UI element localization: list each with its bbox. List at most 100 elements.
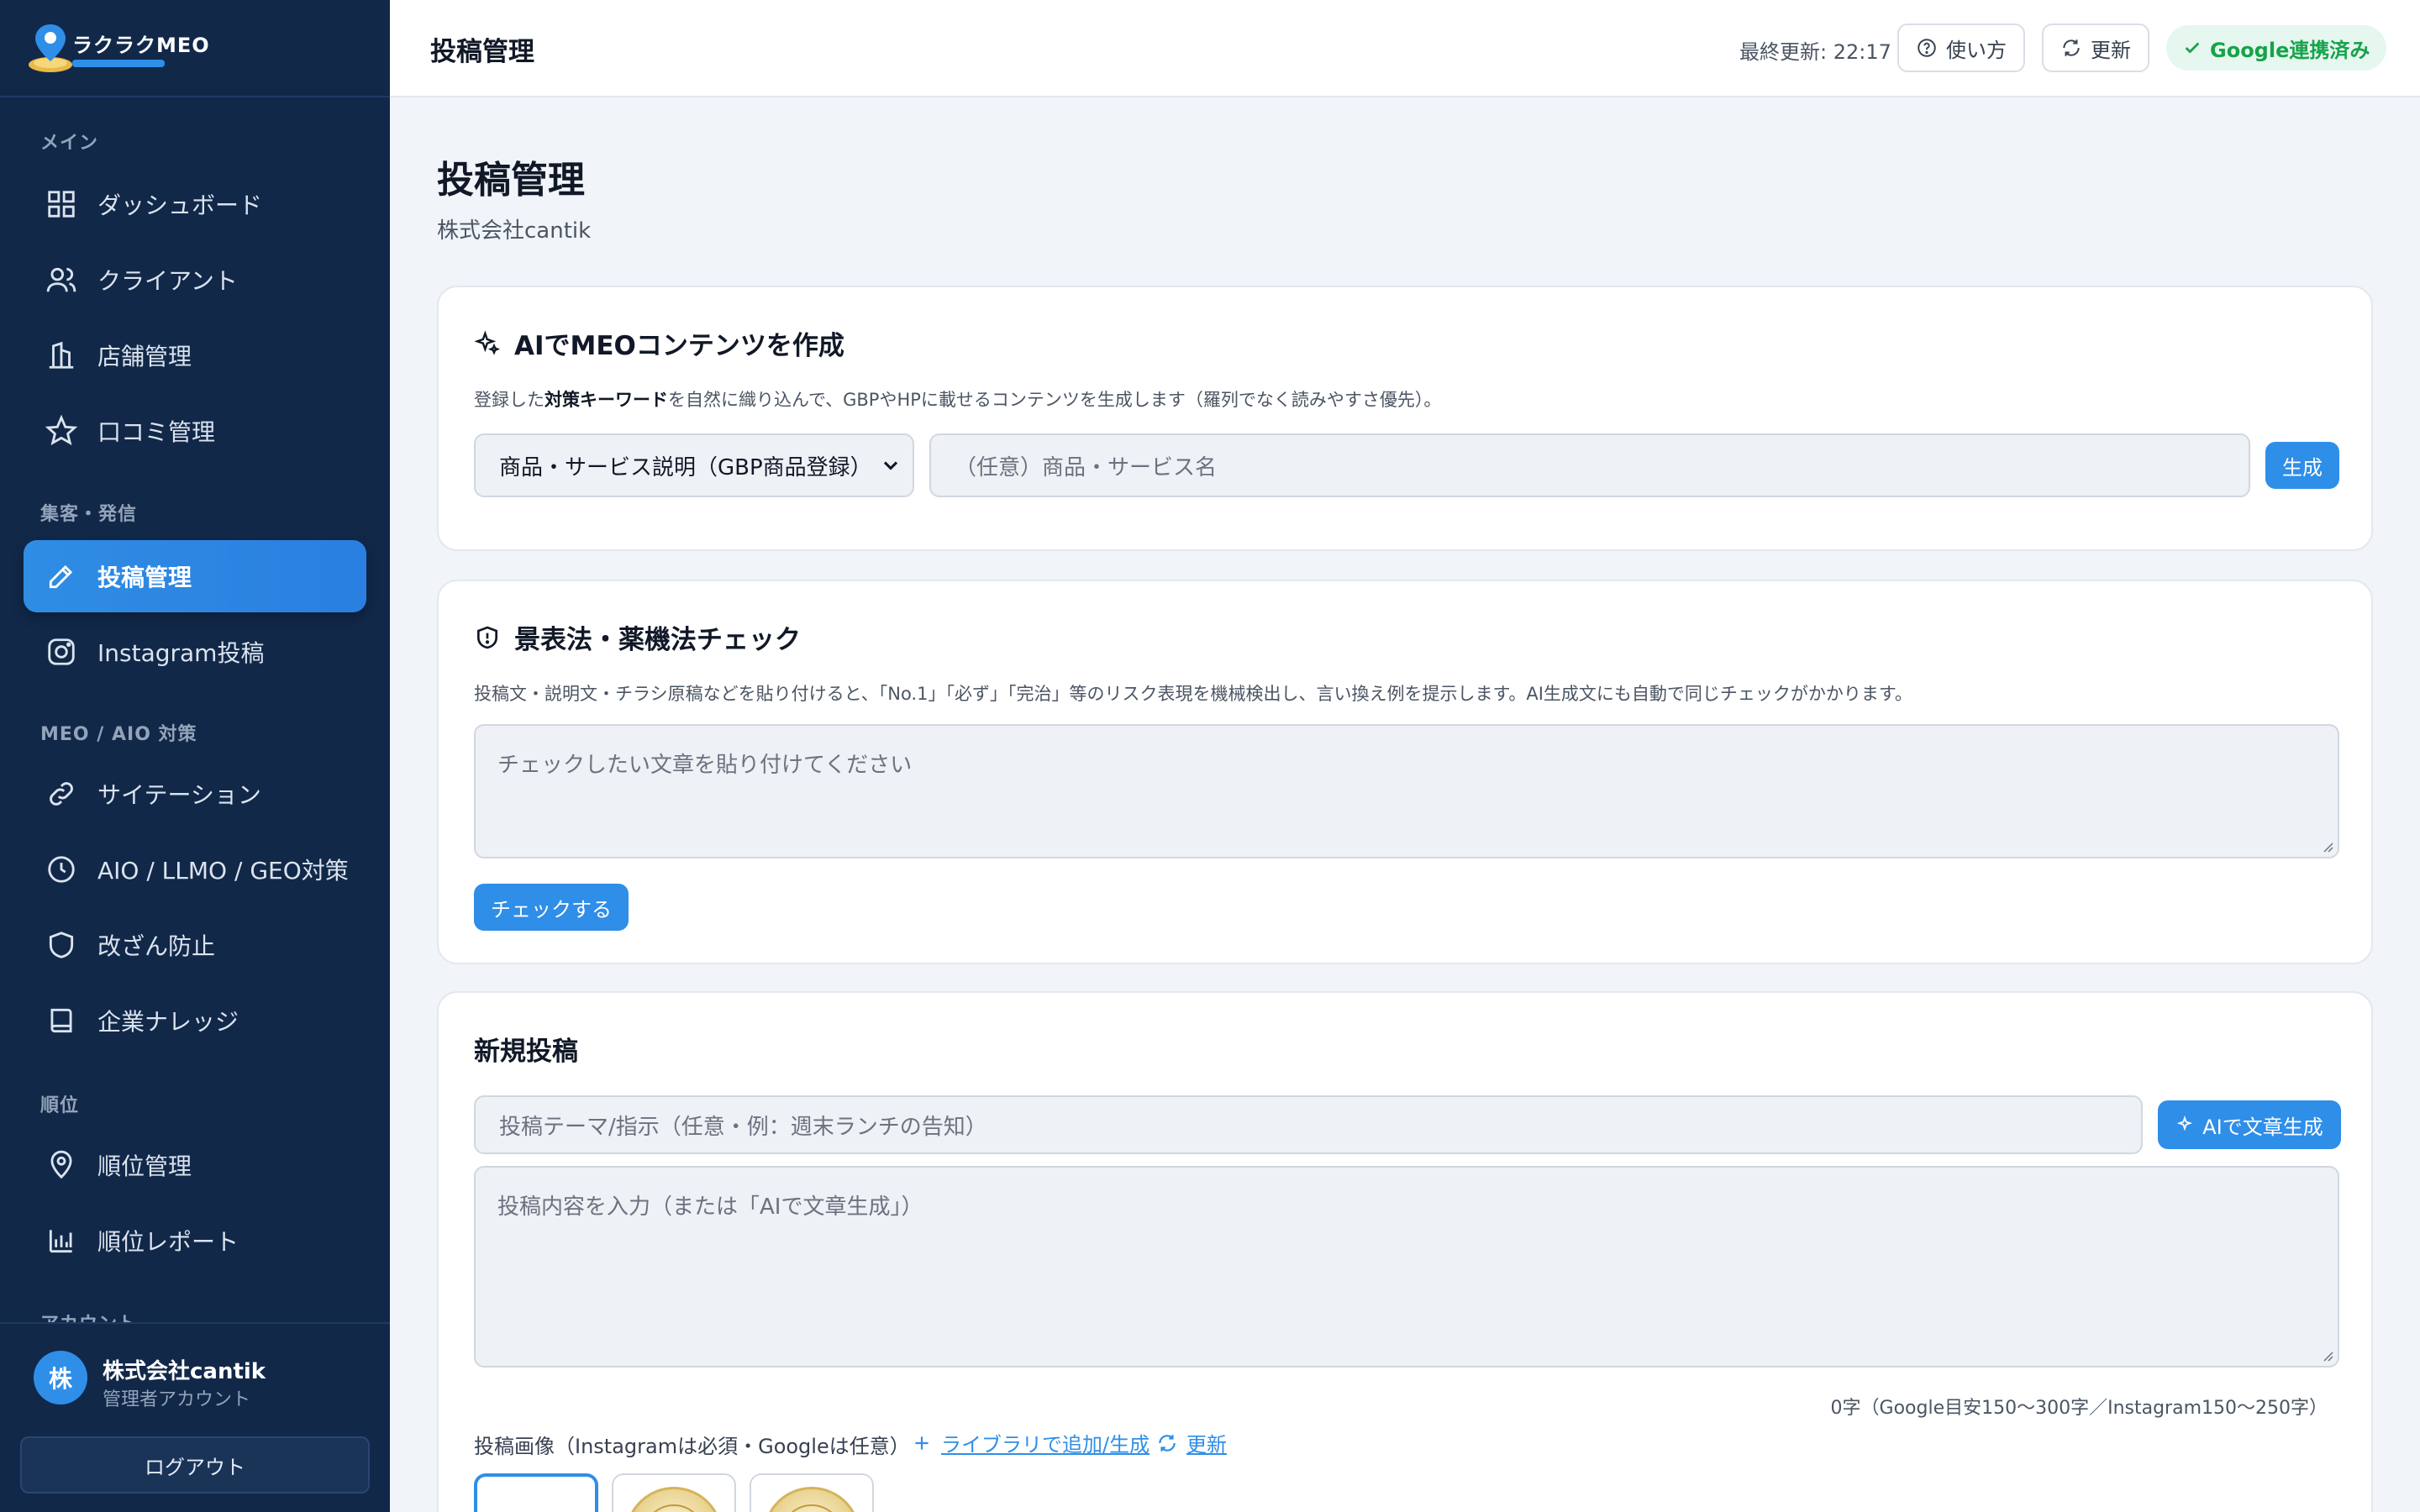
sidebar-item-posts[interactable]: 投稿管理	[24, 540, 366, 612]
refresh-icon	[2063, 39, 2080, 56]
sidebar-item-label: 順位管理	[97, 1152, 192, 1180]
sidebar-item-label: Instagram投稿	[97, 639, 265, 667]
bar-chart-icon	[49, 1230, 72, 1253]
ai-generate-text-label: AIで文章生成	[2202, 1115, 2323, 1139]
library-add-link[interactable]: ライブラリで追加/生成	[911, 1428, 1150, 1457]
page-title: 投稿管理	[437, 159, 585, 202]
ai-generate-text-button[interactable]: AIで文章生成	[2158, 1100, 2341, 1149]
sidebar-item-knowledge[interactable]: 企業ナレッジ	[24, 984, 366, 1057]
map-pin-icon	[50, 1150, 72, 1179]
content-type-select[interactable]: 商品・サービス説明（GBP商品登録）	[474, 433, 914, 497]
map-pin-logo-icon	[29, 24, 72, 72]
header-title: 投稿管理	[430, 37, 534, 67]
ai-content-title-text: AIでMEOコンテンツを作成	[514, 331, 844, 361]
last-updated-text: 最終更新: 22:17	[1739, 40, 1891, 64]
building-icon	[49, 341, 74, 369]
ai-content-card: AIでMEOコンテンツを作成 登録した対策キーワードを自然に織り込んで、GBPや…	[437, 286, 2373, 551]
logout-button[interactable]: ログアウト	[20, 1436, 370, 1494]
sidebar-item-label: クライアント	[97, 267, 238, 295]
logo-text: ラクラクMEO	[72, 33, 210, 57]
desc-prefix: 登録した	[474, 390, 544, 410]
shield-alert-icon	[477, 626, 497, 648]
sidebar-item-label: AIO / LLMO / GEO対策	[97, 857, 349, 885]
refresh-button[interactable]: 更新	[2042, 24, 2149, 72]
post-image-label: 投稿画像（Instagramは必須・Googleは任意）	[474, 1435, 910, 1458]
sidebar-item-label: ダッシュボード	[97, 192, 263, 219]
nav-section-meo-aio: MEO / AIO 対策	[40, 724, 197, 745]
help-circle-icon	[1918, 39, 1936, 57]
sidebar-item-label: 順位レポート	[97, 1228, 239, 1256]
page-subtitle: 株式会社cantik	[437, 218, 592, 244]
grid-icon	[48, 191, 75, 218]
ai-content-description: 登録した対策キーワードを自然に織り込んで、GBPやHPに載せるコンテンツを生成し…	[474, 386, 1441, 412]
image-thumbnail[interactable]	[750, 1473, 874, 1512]
instagram-icon	[48, 638, 75, 665]
image-refresh-link[interactable]: 更新	[1156, 1428, 1227, 1457]
check-icon	[2185, 42, 2200, 54]
sidebar-item-label: 改ざん防止	[97, 932, 216, 960]
image-refresh-label: 更新	[1186, 1433, 1227, 1457]
users-icon	[46, 267, 76, 292]
new-post-title: 新規投稿	[474, 1037, 578, 1067]
post-theme-placeholder: 投稿テーマ/指示（任意・例：週末ランチの告知）	[499, 1114, 987, 1140]
sidebar-item-aio[interactable]: AIO / LLMO / GEO対策	[24, 833, 366, 906]
product-name-input[interactable]: （任意）商品・サービス名	[929, 433, 2250, 497]
product-name-placeholder: （任意）商品・サービス名	[955, 454, 1218, 480]
top-bar: 投稿管理 最終更新: 22:17 使い方 更新 Google連携済み	[390, 0, 2420, 97]
refresh-button-label: 更新	[2091, 38, 2131, 62]
sidebar-item-rank-report[interactable]: 順位レポート	[24, 1205, 366, 1277]
chevron-down-icon	[883, 461, 898, 470]
post-content-textarea[interactable]: 投稿内容を入力（または「AIで文章生成」）	[474, 1166, 2339, 1368]
resize-grip-icon[interactable]	[2319, 838, 2334, 853]
image-thumbnail-empty[interactable]	[474, 1473, 598, 1512]
user-role: 管理者アカウント	[103, 1389, 251, 1410]
star-icon	[45, 415, 77, 446]
logo-area: ラクラクMEO	[0, 0, 390, 97]
sidebar-item-rank-management[interactable]: 順位管理	[24, 1129, 366, 1201]
sidebar-item-tamper-protection[interactable]: 改ざん防止	[24, 909, 366, 981]
nav-section-ranking: 順位	[40, 1095, 80, 1116]
medal-image	[763, 1487, 860, 1512]
plus-icon	[915, 1436, 929, 1450]
help-button[interactable]: 使い方	[1897, 24, 2025, 72]
user-name: 株式会社cantik	[103, 1359, 266, 1384]
shield-icon	[49, 932, 74, 958]
clock-icon	[48, 856, 75, 883]
sidebar-item-instagram[interactable]: Instagram投稿	[24, 616, 366, 688]
book-icon	[50, 1008, 72, 1033]
pencil-icon	[49, 564, 73, 589]
post-theme-input[interactable]: 投稿テーマ/指示（任意・例：週末ランチの告知）	[474, 1095, 2143, 1154]
sidebar-item-citation[interactable]: サイテーション	[24, 758, 366, 830]
sidebar-item-dashboard[interactable]: ダッシュボード	[24, 168, 366, 240]
desc-suffix: を自然に織り込んで、GBPやHPに載せるコンテンツを生成します（羅列でなく読みや…	[668, 390, 1442, 410]
sidebar-item-label: 店舗管理	[97, 343, 192, 370]
logo-strip	[72, 59, 165, 67]
check-button[interactable]: チェックする	[474, 884, 629, 931]
nav-section-marketing: 集客・発信	[40, 504, 138, 525]
sidebar-item-reviews[interactable]: 口コミ管理	[24, 395, 366, 467]
sidebar-item-label: 投稿管理	[97, 564, 192, 591]
sidebar-item-label: 口コミ管理	[97, 418, 216, 446]
google-status-badge: Google連携済み	[2166, 25, 2387, 71]
generate-button[interactable]: 生成	[2265, 442, 2339, 489]
compliance-textarea-placeholder: チェックしたい文章を貼り付けてください	[497, 753, 913, 778]
sidebar-item-clients[interactable]: クライアント	[24, 244, 366, 316]
sidebar: ラクラクMEO メイン ダッシュボード クライアント 店舗管理 口コミ管理 集客…	[0, 0, 390, 1512]
compliance-title-text: 景表法・薬機法チェック	[514, 625, 801, 655]
sidebar-item-stores[interactable]: 店舗管理	[24, 319, 366, 391]
resize-grip-icon[interactable]	[2319, 1347, 2334, 1362]
refresh-icon	[1159, 1434, 1176, 1452]
help-button-label: 使い方	[1946, 38, 2007, 62]
image-thumbnail[interactable]	[612, 1473, 736, 1512]
compliance-textarea[interactable]: チェックしたい文章を貼り付けてください	[474, 724, 2339, 858]
link-icon	[50, 782, 73, 806]
sidebar-footer: 株 株式会社cantik 管理者アカウント ログアウト	[0, 1322, 390, 1512]
library-add-label: ライブラリで追加/生成	[941, 1433, 1150, 1457]
app-logo[interactable]: ラクラクMEO	[27, 21, 210, 75]
post-content-placeholder: 投稿内容を入力（または「AIで文章生成」）	[497, 1194, 923, 1220]
sidebar-item-label: サイテーション	[97, 781, 261, 809]
content-type-select-value: 商品・サービス説明（GBP商品登録）	[499, 454, 872, 480]
compliance-check-card: 景表法・薬機法チェック 投稿文・説明文・チラシ原稿などを貼り付けると、「No.1…	[437, 580, 2373, 964]
nav-section-main: メイン	[40, 133, 99, 154]
avatar[interactable]: 株	[34, 1351, 87, 1404]
